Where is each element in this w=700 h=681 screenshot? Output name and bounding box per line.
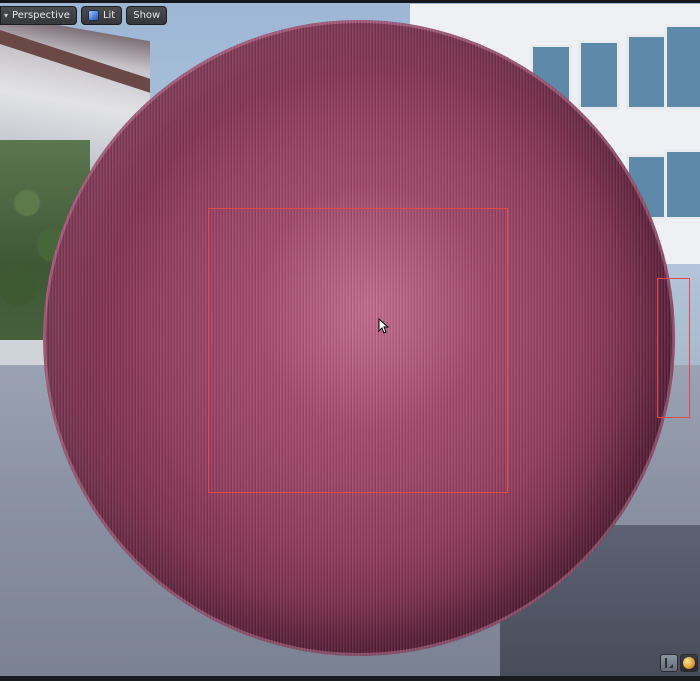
- lit-mode-icon: [87, 10, 99, 21]
- stats-icon[interactable]: [660, 654, 678, 672]
- lit-mode-dropdown[interactable]: Lit: [80, 6, 123, 25]
- viewport-toolbar: ▾ Perspective Lit Show: [0, 6, 168, 25]
- selection-rectangle-edge: [657, 278, 690, 418]
- background-window: [626, 34, 668, 110]
- viewport-bottom-border: [0, 676, 700, 681]
- background-window: [664, 24, 700, 110]
- caret-down-icon: ▾: [4, 11, 9, 20]
- viewport-top-border: [0, 0, 700, 3]
- show-dropdown[interactable]: Show: [126, 6, 168, 25]
- lit-label: Lit: [102, 10, 116, 21]
- background-window: [578, 40, 620, 110]
- material-ball-icon: [683, 657, 695, 669]
- stats-triangle: [669, 664, 673, 668]
- perspective-label: Perspective: [12, 10, 70, 21]
- selection-rectangle: [208, 208, 508, 493]
- viewport-corner-controls: [660, 654, 698, 672]
- background-window: [664, 149, 700, 220]
- material-preview-viewport[interactable]: ▾ Perspective Lit Show: [0, 0, 700, 681]
- mouse-cursor-icon: [378, 318, 390, 334]
- show-label: Show: [133, 10, 161, 21]
- material-preview-icon[interactable]: [680, 654, 698, 672]
- stats-bar: [665, 658, 667, 668]
- perspective-dropdown[interactable]: ▾ Perspective: [0, 6, 77, 25]
